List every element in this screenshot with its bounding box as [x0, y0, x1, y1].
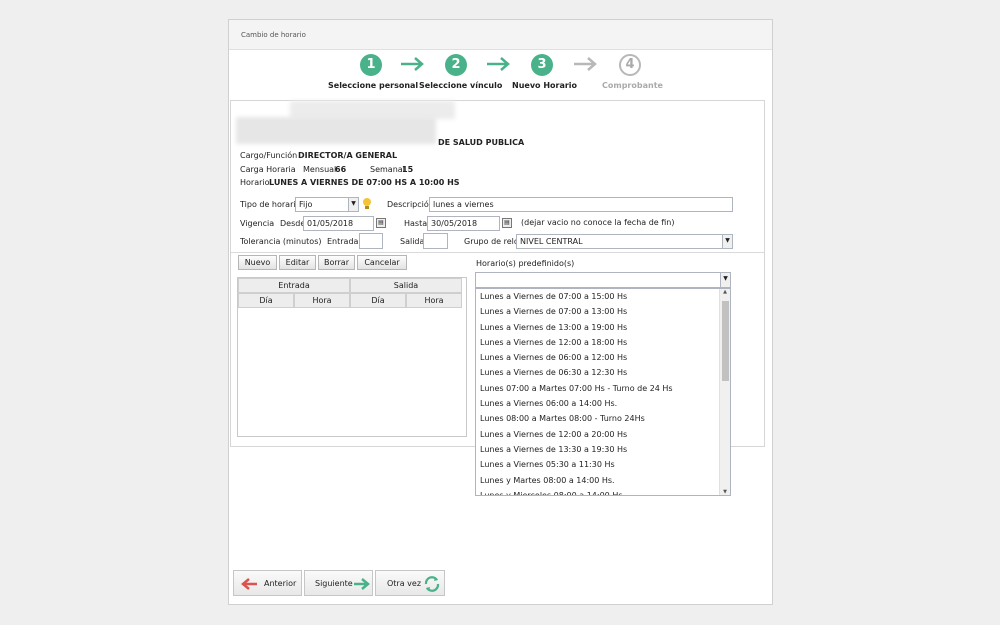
arrow-right-icon: [574, 57, 597, 71]
arrow-right-icon: [354, 578, 370, 590]
chevron-down-icon[interactable]: ▼: [720, 273, 730, 287]
scrollbar[interactable]: ▲ ▼: [719, 289, 730, 495]
horario-label: Horario: [240, 178, 270, 187]
chevron-down-icon[interactable]: ▼: [348, 198, 358, 211]
list-item[interactable]: Lunes a Viernes de 07:00 a 15:00 Hs: [476, 289, 730, 304]
desde-date-input[interactable]: 01/05/2018: [303, 216, 374, 231]
nuevo-button[interactable]: Nuevo: [238, 255, 277, 270]
grupo-reloj-label: Grupo de reloj: [464, 237, 521, 246]
hasta-hint: (dejar vacio no conoce la fecha de fin): [521, 218, 675, 227]
grid-header-entrada: Entrada: [238, 278, 350, 293]
list-item[interactable]: Lunes y Miercoles 08:00 a 14:00 Hs.: [476, 488, 730, 495]
step-4: 4 Comprobante: [602, 54, 663, 90]
list-item[interactable]: Lunes y Martes 08:00 a 14:00 Hs.: [476, 473, 730, 488]
list-item[interactable]: Lunes a Viernes 05:30 a 11:30 Hs: [476, 457, 730, 472]
step-3-circle: 3: [531, 54, 553, 76]
refresh-icon: [424, 576, 440, 592]
step-3-label: Nuevo Horario: [512, 81, 578, 90]
list-item[interactable]: Lunes a Viernes de 12:00 a 20:00 Hs: [476, 427, 730, 442]
tolerancia-label: Tolerancia (minutos): [240, 237, 322, 246]
step-4-circle: 4: [619, 54, 641, 76]
lightbulb-icon[interactable]: [362, 197, 372, 211]
grupo-reloj-value: NIVEL CENTRAL: [520, 237, 583, 246]
salida-tolerance-input[interactable]: [423, 233, 448, 249]
mensual-value: 66: [335, 165, 347, 174]
entrada-label: Entrada: [327, 237, 359, 246]
borrar-button[interactable]: Borrar: [318, 255, 355, 270]
calendar-icon[interactable]: ▤: [502, 218, 512, 228]
siguiente-button[interactable]: Siguiente: [304, 570, 373, 596]
redacted-organization: [236, 117, 436, 144]
list-item[interactable]: Lunes a Viernes de 12:00 a 18:00 Hs: [476, 335, 730, 350]
scrollbar-thumb[interactable]: [722, 301, 729, 381]
list-item[interactable]: Lunes a Viernes de 07:00 a 13:00 Hs: [476, 304, 730, 319]
window-title: Cambio de horario: [229, 20, 772, 50]
scroll-up-icon[interactable]: ▲: [720, 289, 730, 295]
chevron-down-icon[interactable]: ▼: [722, 235, 732, 248]
cargo-label: Cargo/Función: [240, 151, 298, 160]
horario-value: LUNES A VIERNES DE 07:00 HS A 10:00 HS: [269, 178, 460, 187]
predefined-options-list[interactable]: Lunes a Viernes de 07:00 a 15:00 Hs Lune…: [475, 288, 731, 496]
tipo-horario-value: Fijo: [299, 200, 313, 209]
grid-header-salida: Salida: [350, 278, 462, 293]
descripcion-label: Descripción: [387, 200, 434, 209]
entrada-tolerance-input[interactable]: [359, 233, 383, 249]
predefined-select[interactable]: ▼: [475, 272, 731, 288]
editar-button[interactable]: Editar: [279, 255, 316, 270]
step-3: 3 Nuevo Horario: [512, 54, 578, 90]
vigencia-label: Vigencia: [240, 219, 275, 228]
hasta-label: Hasta: [404, 219, 428, 228]
anterior-label: Anterior: [264, 579, 297, 588]
list-item[interactable]: Lunes 07:00 a Martes 07:00 Hs - Turno de…: [476, 381, 730, 396]
grid-col-dia[interactable]: Día: [350, 293, 406, 308]
cancelar-button[interactable]: Cancelar: [357, 255, 407, 270]
list-item[interactable]: Lunes a Viernes 06:00 a 14:00 Hs.: [476, 396, 730, 411]
divider: [231, 252, 764, 253]
salida-label: Salida: [400, 237, 425, 246]
step-1: 1 Seleccione personal: [328, 54, 418, 90]
otra-vez-label: Otra vez: [387, 579, 422, 588]
grid-col-hora[interactable]: Hora: [294, 293, 350, 308]
arrow-right-icon: [487, 57, 510, 71]
descripcion-input[interactable]: lunes a viernes: [429, 197, 733, 212]
grid-col-dia[interactable]: Día: [238, 293, 294, 308]
step-1-label: Seleccione personal: [328, 81, 419, 90]
mensual-label: Mensual: [303, 165, 337, 174]
carga-horaria-label: Carga Horaria: [240, 165, 296, 174]
otra-vez-button[interactable]: Otra vez: [375, 570, 445, 596]
step-1-circle: 1: [360, 54, 382, 76]
predefined-label: Horario(s) predefinido(s): [476, 259, 575, 268]
cargo-value: DIRECTOR/A GENERAL: [298, 151, 398, 160]
organization-suffix: DE SALUD PUBLICA: [438, 138, 525, 147]
list-item[interactable]: Lunes a Viernes de 13:00 a 19:00 Hs: [476, 320, 730, 335]
step-2: 2 Seleccione vínculo: [419, 54, 502, 90]
semanal-value: 15: [402, 165, 414, 174]
desde-label: Desde: [280, 219, 306, 228]
tipo-horario-label: Tipo de horario: [240, 200, 301, 209]
grupo-reloj-select[interactable]: NIVEL CENTRAL ▼: [516, 234, 733, 249]
list-item[interactable]: Lunes a Viernes de 06:00 a 12:00 Hs: [476, 350, 730, 365]
calendar-icon[interactable]: ▤: [376, 218, 386, 228]
grid-col-hora[interactable]: Hora: [406, 293, 462, 308]
anterior-button[interactable]: Anterior: [233, 570, 302, 596]
scroll-down-icon[interactable]: ▼: [720, 489, 730, 495]
tipo-horario-select[interactable]: Fijo ▼: [295, 197, 359, 212]
arrow-left-icon: [241, 578, 257, 590]
siguiente-label: Siguiente: [315, 579, 353, 588]
step-2-circle: 2: [445, 54, 467, 76]
hasta-date-input[interactable]: 30/05/2018: [427, 216, 500, 231]
list-item[interactable]: Lunes 08:00 a Martes 08:00 - Turno 24Hs: [476, 411, 730, 426]
list-item[interactable]: Lunes a Viernes de 06:30 a 12:30 Hs: [476, 365, 730, 380]
semanal-label: Semanal: [370, 165, 405, 174]
step-4-label: Comprobante: [602, 81, 663, 90]
list-item[interactable]: Lunes a Viernes de 13:30 a 19:30 Hs: [476, 442, 730, 457]
step-2-label: Seleccione vínculo: [419, 81, 503, 90]
